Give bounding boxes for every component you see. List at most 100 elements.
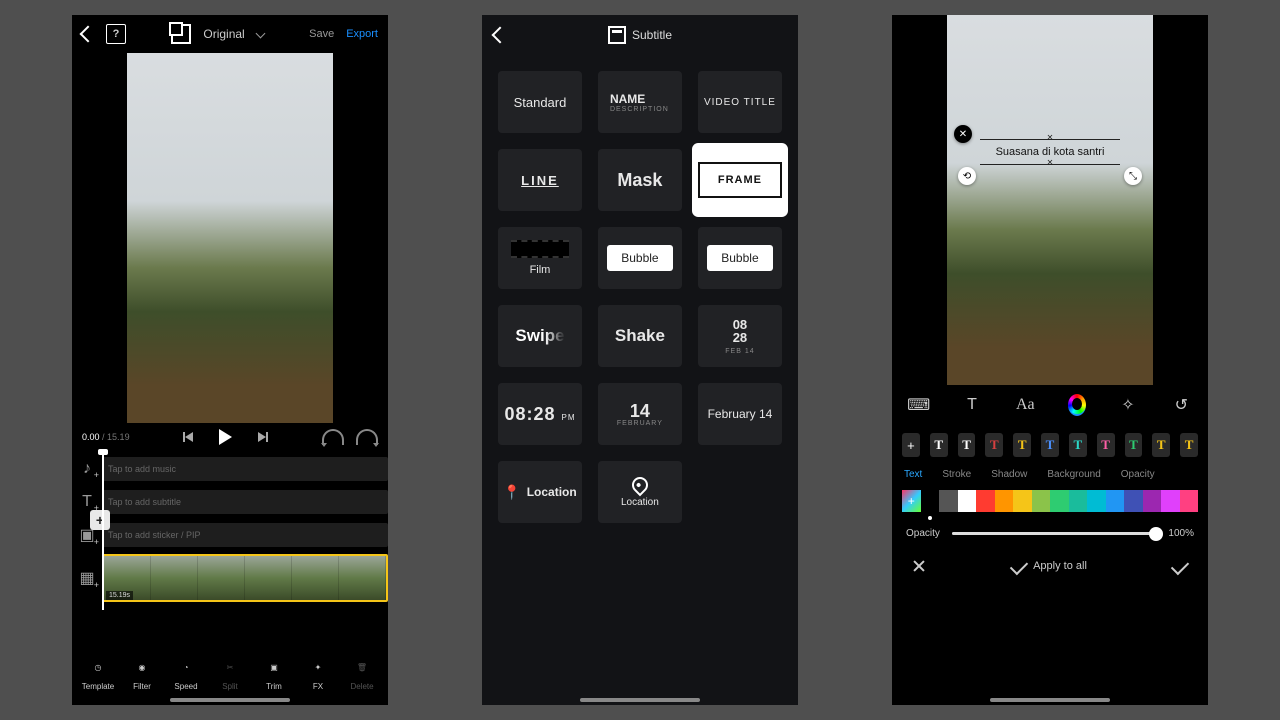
tool-delete[interactable]: 🗑Delete — [342, 656, 382, 691]
text-style-chip[interactable]: T — [1013, 433, 1031, 457]
text-style-chip[interactable]: T — [958, 433, 976, 457]
text-style-chip[interactable]: T — [1180, 433, 1198, 457]
text-overlay-box[interactable]: ✕ Suasana di kota santri ⟲ ⤡ — [980, 133, 1120, 171]
style-date[interactable]: 14 FEBRUARY — [598, 383, 682, 445]
text-style-chip[interactable]: T — [1097, 433, 1115, 457]
confirm-bar: Apply to all — [892, 549, 1208, 589]
export-button[interactable]: Export — [346, 28, 378, 40]
text-style-chip[interactable]: T — [930, 433, 948, 457]
video-preview[interactable] — [72, 53, 388, 423]
add-color-swatch[interactable]: + — [902, 490, 921, 512]
track-subtitle[interactable]: T+ Tap to add subtitle — [72, 488, 388, 516]
color-tab-opacity[interactable]: Opacity — [1121, 469, 1155, 480]
style-date-long[interactable]: February 14 — [698, 383, 782, 445]
color-tab-background[interactable]: Background — [1047, 469, 1100, 480]
text-style-chip[interactable]: T — [985, 433, 1003, 457]
style-line[interactable]: LINE — [498, 149, 582, 211]
style-video-title[interactable]: VIDEO TITLE — [698, 71, 782, 133]
next-frame-button[interactable] — [258, 432, 266, 442]
video-clip[interactable] — [102, 554, 388, 602]
overlay-scale-icon[interactable]: ⤡ — [1124, 167, 1142, 185]
tool-filter[interactable]: ◉Filter — [122, 656, 162, 691]
color-swatch[interactable] — [1161, 490, 1180, 512]
text-style-chip[interactable]: T — [1152, 433, 1170, 457]
text-style-chip[interactable]: T — [1069, 433, 1087, 457]
style-name[interactable]: NAME DESCRIPTION — [598, 71, 682, 133]
color-swatch[interactable] — [1087, 490, 1106, 512]
undo-button[interactable] — [322, 429, 344, 445]
tool-speed[interactable]: ◔Speed — [166, 656, 206, 691]
color-swatch[interactable] — [995, 490, 1014, 512]
redo-button[interactable] — [356, 429, 378, 445]
style-location-inline[interactable]: 📍 Location — [498, 461, 582, 523]
style-mask[interactable]: Mask — [598, 149, 682, 211]
tool-split[interactable]: ✂Split — [210, 656, 250, 691]
playhead[interactable] — [102, 451, 104, 610]
add-style-chip[interactable]: + — [902, 433, 920, 457]
overlay-close-icon[interactable]: ✕ — [954, 125, 972, 143]
color-swatch[interactable] — [976, 490, 995, 512]
play-button[interactable] — [219, 429, 232, 445]
save-button[interactable]: Save — [309, 28, 334, 40]
style-film[interactable]: Film — [498, 227, 582, 289]
style-swipe[interactable]: Swipe — [498, 305, 582, 367]
track-music[interactable]: ♪+ Tap to add music — [72, 455, 388, 483]
color-swatch[interactable] — [1180, 490, 1199, 512]
subtitle-icon: T+ — [72, 493, 102, 511]
timeline[interactable]: ♪+ Tap to add music T+ Tap to add subtit… — [72, 451, 388, 650]
prev-frame-button[interactable] — [185, 432, 193, 442]
color-swatch[interactable] — [1124, 490, 1143, 512]
color-swatch[interactable] — [1013, 490, 1032, 512]
style-standard[interactable]: Standard — [498, 71, 582, 133]
history-icon[interactable]: ↺ — [1170, 394, 1192, 416]
home-indicator — [990, 698, 1110, 702]
video-preview[interactable]: ✕ Suasana di kota santri ⟲ ⤡ — [892, 15, 1208, 385]
text-style-chip[interactable]: T — [1125, 433, 1143, 457]
tool-fx[interactable]: ✦FX — [298, 656, 338, 691]
confirm-button[interactable] — [1171, 557, 1189, 575]
back-icon[interactable] — [80, 26, 97, 43]
color-tab-text[interactable]: Text — [904, 469, 922, 480]
cancel-button[interactable] — [912, 559, 926, 573]
keyboard-icon[interactable]: ⌨ — [908, 394, 930, 416]
text-style-chip[interactable]: T — [1041, 433, 1059, 457]
color-swatch[interactable] — [1032, 490, 1051, 512]
color-swatch[interactable] — [921, 490, 940, 512]
style-time[interactable]: 08:28 PM — [498, 383, 582, 445]
apply-all-button[interactable]: Apply to all — [1011, 560, 1087, 572]
editor-header: ? Original Save Export — [72, 15, 388, 53]
preview-canvas — [947, 15, 1153, 385]
color-swatch[interactable] — [1143, 490, 1162, 512]
style-bubble-right[interactable]: Bubble — [698, 227, 782, 289]
style-date-stack[interactable]: 08 28 FEB 14 — [698, 305, 782, 367]
color-swatch[interactable] — [1106, 490, 1125, 512]
track-video[interactable]: ▦+ 15.19s — [72, 554, 388, 602]
color-icon[interactable] — [1068, 394, 1086, 416]
color-swatch[interactable] — [939, 490, 958, 512]
tool-trim[interactable]: ▣Trim — [254, 656, 294, 691]
help-icon[interactable]: ? — [106, 24, 126, 44]
subtitle-icon — [608, 26, 626, 44]
style-shake[interactable]: Shake — [598, 305, 682, 367]
opacity-slider[interactable] — [952, 532, 1157, 535]
add-clip-button[interactable]: + — [90, 510, 110, 530]
color-swatch[interactable] — [1069, 490, 1088, 512]
aspect-label: Original — [203, 27, 244, 41]
text-box-icon[interactable]: T — [961, 394, 983, 416]
font-icon[interactable]: Aa — [1014, 394, 1036, 416]
color-swatch[interactable] — [1050, 490, 1069, 512]
style-bubble-left[interactable]: Bubble — [598, 227, 682, 289]
color-swatch[interactable] — [958, 490, 977, 512]
color-tab-stroke[interactable]: Stroke — [942, 469, 971, 480]
tool-template[interactable]: ◷Template — [78, 656, 118, 691]
phone-subtitle-styles: Subtitle Standard NAME DESCRIPTION VIDEO… — [482, 15, 798, 705]
style-location-stack[interactable]: Location — [598, 461, 682, 523]
style-frame[interactable]: FRAME — [698, 149, 782, 211]
aspect-ratio-picker[interactable]: Original — [171, 24, 263, 44]
color-tab-shadow[interactable]: Shadow — [991, 469, 1027, 480]
track-sticker[interactable]: ▣+ Tap to add sticker / PIP — [72, 521, 388, 549]
overlay-rotate-icon[interactable]: ⟲ — [958, 167, 976, 185]
transform-icon[interactable]: ✧ — [1117, 394, 1139, 416]
back-icon[interactable] — [492, 27, 509, 44]
home-indicator — [580, 698, 700, 702]
